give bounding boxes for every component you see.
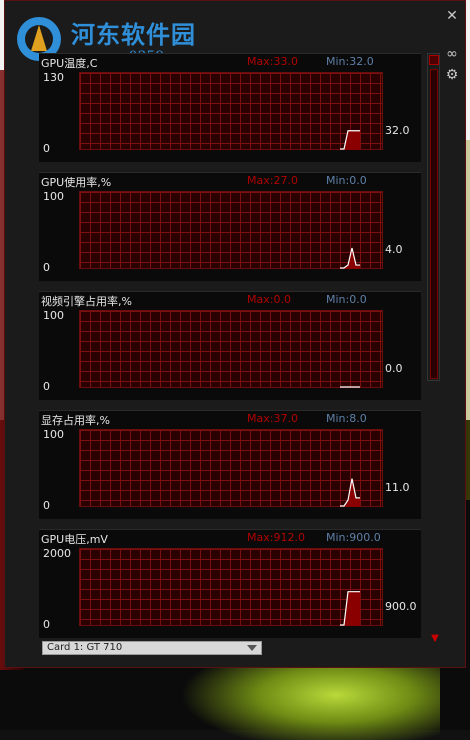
- y-axis-top-label: 2000: [43, 547, 71, 560]
- scrollbar-thumb[interactable]: [430, 69, 438, 379]
- panel-memory-usage: 显存占用率,% Max:37.0 Min:8.0 100 0 11.0: [39, 410, 421, 519]
- panel-min: Min:32.0: [326, 55, 374, 68]
- panel-title: 显存占用率,%: [41, 414, 110, 427]
- panel-min: Min:900.0: [326, 531, 381, 544]
- y-axis-bottom-label: 0: [43, 261, 50, 274]
- scroll-up-button[interactable]: [429, 55, 439, 65]
- current-value: 0.0: [385, 362, 403, 375]
- panel-min: Min:0.0: [326, 174, 367, 187]
- sensor-trace: [340, 386, 360, 388]
- trace-fill: [340, 591, 360, 626]
- y-axis-bottom-label: 0: [43, 499, 50, 512]
- graph-grid: [79, 548, 383, 626]
- panel-max: Max:912.0: [247, 531, 305, 544]
- current-value: 32.0: [385, 124, 410, 137]
- y-axis-top-label: 100: [43, 190, 64, 203]
- y-axis-bottom-label: 0: [43, 618, 50, 631]
- y-axis-top-label: 100: [43, 428, 64, 441]
- panel-gpu-temperature: GPU温度,C Max:33.0 Min:32.0 130 0 32.0: [39, 53, 421, 162]
- chevron-down-icon[interactable]: [247, 645, 257, 651]
- graph-grid: [79, 429, 383, 507]
- panel-video-engine-usage: 视频引擎占用率,% Max:0.0 Min:0.0 100 0 0.0: [39, 291, 421, 400]
- trace-fill: [340, 130, 360, 150]
- y-axis-bottom-label: 0: [43, 380, 50, 393]
- panel-title: GPU使用率,%: [41, 176, 112, 189]
- y-axis-top-label: 130: [43, 71, 64, 84]
- current-value: 4.0: [385, 243, 403, 256]
- panel-min: Min:8.0: [326, 412, 367, 425]
- graph-grid: [79, 72, 383, 150]
- gpu-monitor-window: 河东软件园 www.pc0359.cn ✕ ∞ ⚙ ▼ GPU温度,C Max:…: [4, 0, 466, 668]
- scroll-down-icon[interactable]: ▼: [429, 633, 441, 645]
- graph-grid: [79, 191, 383, 269]
- link-icon[interactable]: ∞: [443, 45, 461, 63]
- panel-gpu-usage: GPU使用率,% Max:27.0 Min:0.0 100 0 4.0: [39, 172, 421, 281]
- close-icon[interactable]: ✕: [443, 7, 461, 25]
- card-selector[interactable]: Card 1: GT 710: [42, 641, 262, 655]
- panel-title: GPU温度,C: [41, 57, 98, 70]
- panel-max: Max:37.0: [247, 412, 298, 425]
- watermark-brand: 河东软件园: [71, 20, 196, 49]
- y-axis-top-label: 100: [43, 309, 64, 322]
- sensor-trace: [340, 478, 360, 507]
- graph-grid: [79, 310, 383, 388]
- y-axis-bottom-label: 0: [43, 142, 50, 155]
- sensor-trace: [340, 591, 360, 626]
- panel-title: GPU电压,mV: [41, 533, 108, 546]
- gear-icon[interactable]: ⚙: [443, 66, 461, 84]
- current-value: 900.0: [385, 600, 417, 613]
- sensor-trace: [340, 247, 360, 269]
- card-selector-value: Card 1: GT 710: [47, 642, 123, 653]
- panel-title: 视频引擎占用率,%: [41, 295, 132, 308]
- current-value: 11.0: [385, 481, 410, 494]
- panel-max: Max:0.0: [247, 293, 291, 306]
- panel-min: Min:0.0: [326, 293, 367, 306]
- trace-fill: [340, 478, 360, 507]
- panel-gpu-voltage: GPU电压,mV Max:912.0 Min:900.0 2000 0 900.…: [39, 529, 421, 638]
- sensor-trace: [340, 130, 360, 150]
- panel-max: Max:33.0: [247, 55, 298, 68]
- panel-max: Max:27.0: [247, 174, 298, 187]
